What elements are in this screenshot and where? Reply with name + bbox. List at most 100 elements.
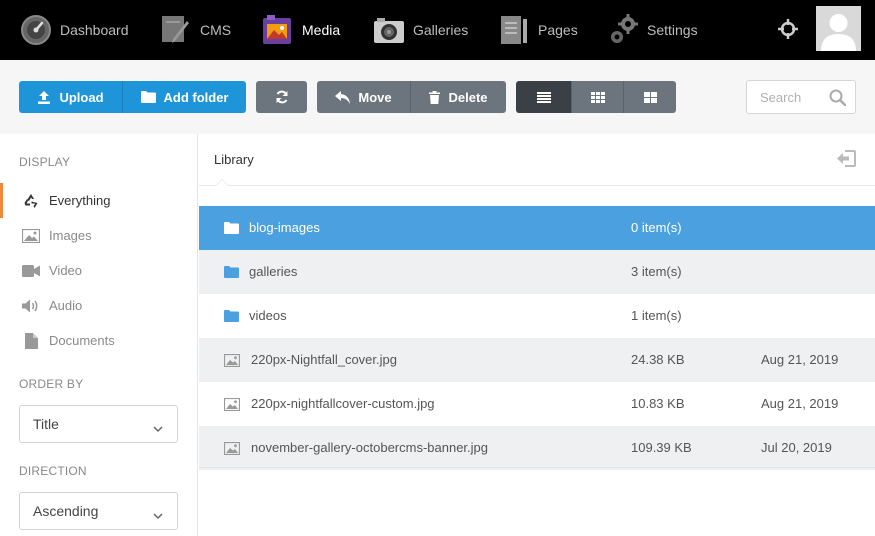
folder-icon: [140, 91, 156, 103]
filter-documents[interactable]: Documents: [0, 323, 197, 358]
nav-label-pages: Pages: [538, 22, 578, 38]
nav-label-galleries: Galleries: [413, 22, 469, 38]
list-view-icon: [536, 91, 551, 103]
audio-icon: [21, 296, 41, 316]
pages-icon: [497, 13, 531, 47]
item-size: 24.38 KB: [631, 352, 685, 367]
list-item-galleries[interactable]: galleries 3 item(s): [199, 250, 875, 294]
breadcrumb-pointer: [215, 179, 229, 186]
direction-value: Ascending: [33, 503, 99, 519]
display-heading: DISPLAY: [19, 155, 71, 169]
item-size: 0 item(s): [631, 220, 682, 235]
move-label: Move: [358, 89, 392, 105]
user-silhouette-icon: [816, 6, 861, 51]
nav-label-cms: CMS: [200, 22, 232, 38]
item-name: galleries: [249, 264, 298, 279]
top-navigation: Dashboard CMS Media Galleries Pages Sett…: [0, 0, 875, 60]
filter-images[interactable]: Images: [0, 218, 197, 253]
folder-icon: [223, 264, 239, 280]
filter-label-images: Images: [49, 228, 92, 243]
item-date: Jul 20, 2019: [761, 440, 832, 455]
direction-heading: DIRECTION: [19, 464, 87, 478]
grid-view-button[interactable]: [571, 81, 623, 113]
search-box: [746, 80, 856, 114]
nav-item-dashboard[interactable]: Dashboard: [19, 0, 129, 60]
order-by-value: Title: [33, 416, 59, 432]
upload-label: Upload: [59, 89, 104, 105]
cms-icon: [159, 13, 193, 47]
list-item-videos[interactable]: videos 1 item(s): [199, 294, 875, 338]
sidebar: DISPLAY Everything Images Video Audio Do…: [0, 134, 198, 536]
item-size: 3 item(s): [631, 264, 682, 279]
folder-icon: [223, 308, 239, 324]
delete-label: Delete: [448, 89, 488, 105]
nav-item-cms[interactable]: CMS: [159, 0, 231, 60]
trash-icon: [429, 90, 441, 104]
search-icon[interactable]: [829, 89, 847, 109]
move-button[interactable]: Move: [317, 81, 410, 113]
nav-label-media: Media: [302, 22, 341, 38]
toolbar: Upload Add folder Move Delete: [0, 60, 875, 134]
list-item-blog-images[interactable]: blog-images 0 item(s): [199, 206, 875, 250]
nav-item-media[interactable]: Media: [261, 0, 340, 60]
item-name: blog-images: [249, 220, 320, 235]
upload-button[interactable]: Upload: [19, 81, 122, 113]
tiles-view-button[interactable]: [623, 81, 676, 113]
avatar[interactable]: [816, 6, 861, 51]
nav-item-pages[interactable]: Pages: [497, 0, 578, 60]
library-header: Library: [199, 134, 875, 186]
refresh-button[interactable]: [256, 81, 307, 113]
order-by-select[interactable]: Title: [19, 405, 178, 443]
add-folder-label: Add folder: [163, 89, 229, 105]
chevron-down-icon: [153, 420, 163, 436]
filter-label-documents: Documents: [49, 333, 115, 348]
delete-button[interactable]: Delete: [410, 81, 506, 113]
list-divider: [199, 467, 875, 468]
nav-item-settings[interactable]: Settings: [606, 0, 698, 60]
list-item-image-file[interactable]: 220px-nightfallcover-custom.jpg 10.83 KB…: [199, 382, 875, 426]
recycle-icon: [21, 191, 41, 211]
filter-label-audio: Audio: [49, 298, 83, 313]
add-folder-button[interactable]: Add folder: [122, 81, 246, 113]
nav-label-dashboard: Dashboard: [60, 22, 129, 38]
item-size: 1 item(s): [631, 308, 682, 323]
document-icon: [21, 331, 41, 351]
refresh-icon: [275, 90, 289, 104]
video-icon: [21, 261, 41, 281]
image-icon: [21, 226, 41, 246]
item-name: november-gallery-octobercms-banner.jpg: [251, 440, 489, 455]
filter-audio[interactable]: Audio: [0, 288, 197, 323]
library-panel: Library blog-images 0 item(s) galleries …: [199, 134, 875, 536]
folder-icon: [223, 220, 239, 236]
nav-label-settings: Settings: [647, 22, 698, 38]
library-title[interactable]: Library: [214, 152, 254, 167]
grid-large-icon: [643, 91, 657, 103]
item-size: 109.39 KB: [631, 440, 692, 455]
filter-label-video: Video: [49, 263, 83, 278]
item-date: Aug 21, 2019: [761, 352, 839, 367]
filter-video[interactable]: Video: [0, 253, 197, 288]
sidebar-toggle-icon[interactable]: [836, 150, 856, 170]
item-name: 220px-nightfallcover-custom.jpg: [251, 396, 435, 411]
search-input[interactable]: [747, 81, 825, 113]
crosshair-icon[interactable]: [776, 17, 800, 41]
list-item-image-file[interactable]: november-gallery-octobercms-banner.jpg 1…: [199, 426, 875, 470]
filter-everything[interactable]: Everything: [0, 183, 197, 218]
list-view-button[interactable]: [516, 81, 571, 113]
item-size: 10.83 KB: [631, 396, 685, 411]
upload-icon: [37, 90, 51, 104]
image-icon: [224, 352, 240, 368]
dashboard-icon: [19, 13, 53, 47]
direction-select[interactable]: Ascending: [19, 492, 178, 530]
item-date: Aug 21, 2019: [761, 396, 839, 411]
list-item-image-file[interactable]: 220px-Nightfall_cover.jpg 24.38 KB Aug 2…: [199, 338, 875, 382]
gears-icon: [606, 13, 640, 47]
chevron-down-icon: [153, 507, 163, 523]
media-icon: [261, 13, 295, 47]
item-name: videos: [249, 308, 287, 323]
image-icon: [224, 396, 240, 412]
item-name: 220px-Nightfall_cover.jpg: [251, 352, 397, 367]
nav-item-galleries[interactable]: Galleries: [372, 0, 468, 60]
grid-small-icon: [590, 91, 605, 103]
filter-label-everything: Everything: [49, 193, 111, 208]
